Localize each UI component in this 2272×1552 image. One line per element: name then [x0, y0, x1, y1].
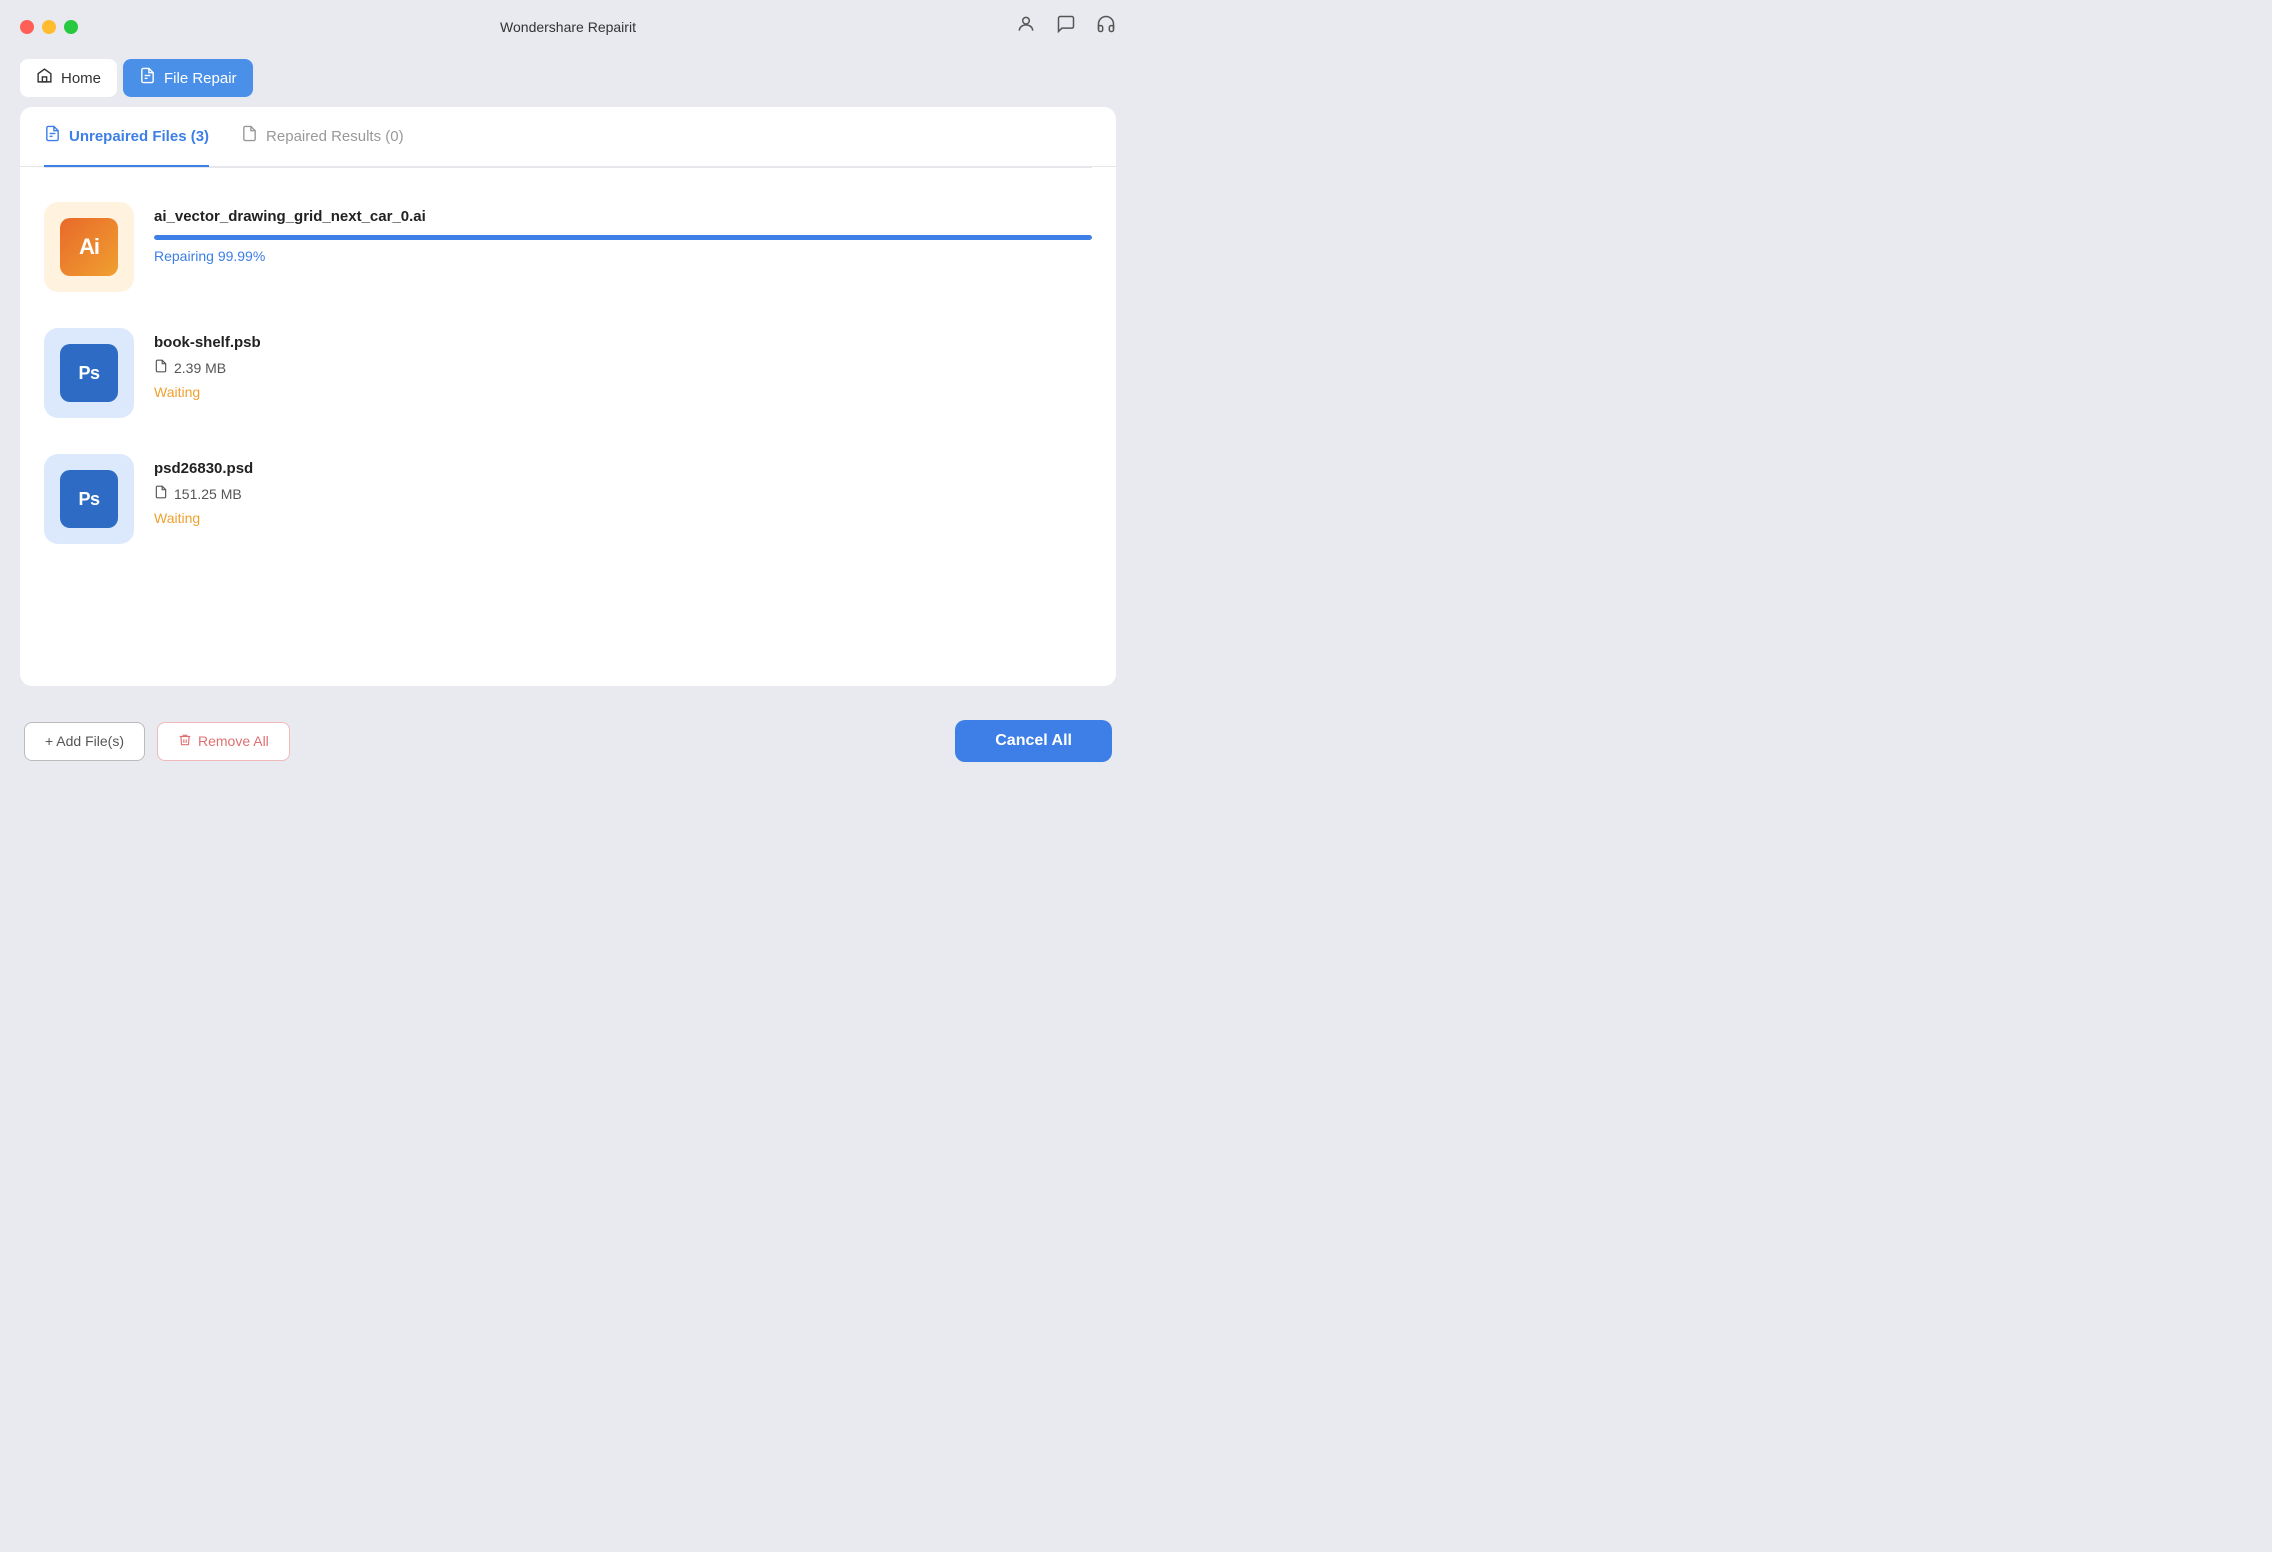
cancel-all-button[interactable]: Cancel All	[955, 720, 1112, 762]
cancel-all-label: Cancel All	[995, 732, 1072, 749]
file-icon-container-ps2: Ps	[44, 454, 134, 544]
progress-bar-fill-1	[154, 235, 1092, 240]
bottom-left-buttons: + Add File(s) Remove All	[24, 722, 290, 761]
file-doc-icon-2	[154, 485, 168, 502]
add-files-button[interactable]: + Add File(s)	[24, 722, 145, 761]
tabs: Unrepaired Files (3) Repaired Results (0…	[20, 107, 1116, 167]
progress-bar-container-1	[154, 235, 1092, 240]
tab-unrepaired-label: Unrepaired Files (3)	[69, 128, 209, 145]
file-name-3: psd26830.psd	[154, 460, 1092, 477]
ps-icon-label-1: Ps	[78, 363, 99, 384]
file-item-3: Ps psd26830.psd 151.25 MB Waiting	[44, 436, 1092, 562]
file-name-2: book-shelf.psb	[154, 334, 1092, 351]
file-item-1: Ai ai_vector_drawing_grid_next_car_0.ai …	[44, 184, 1092, 310]
home-icon	[36, 67, 53, 89]
main-content: Unrepaired Files (3) Repaired Results (0…	[20, 107, 1116, 686]
add-files-label: + Add File(s)	[45, 733, 124, 749]
nav-bar: Home File Repair	[0, 53, 1136, 107]
remove-all-label: Remove All	[198, 733, 269, 749]
headphone-icon[interactable]	[1096, 14, 1116, 39]
remove-all-button[interactable]: Remove All	[157, 722, 290, 761]
minimize-button[interactable]	[42, 20, 56, 34]
file-doc-icon-1	[154, 359, 168, 376]
file-icon-container-ps1: Ps	[44, 328, 134, 418]
home-nav-button[interactable]: Home	[20, 59, 117, 97]
file-info-1: ai_vector_drawing_grid_next_car_0.ai Rep…	[154, 202, 1092, 264]
file-item-2: Ps book-shelf.psb 2.39 MB Waiting	[44, 310, 1092, 436]
file-repair-label: File Repair	[164, 70, 237, 87]
ps-file-icon-1: Ps	[60, 344, 118, 402]
tab-repaired[interactable]: Repaired Results (0)	[241, 107, 404, 167]
status-1: Repairing 99.99%	[154, 248, 1092, 264]
file-meta-3: 151.25 MB	[154, 485, 1092, 502]
ai-file-icon: Ai	[60, 218, 118, 276]
file-repair-icon	[139, 67, 156, 89]
chat-icon[interactable]	[1056, 14, 1076, 39]
traffic-lights	[20, 20, 78, 34]
ps-icon-label-2: Ps	[78, 489, 99, 510]
file-meta-2: 2.39 MB	[154, 359, 1092, 376]
repaired-icon	[241, 125, 258, 147]
home-label: Home	[61, 70, 101, 87]
file-info-3: psd26830.psd 151.25 MB Waiting	[154, 454, 1092, 526]
status-3: Waiting	[154, 510, 1092, 526]
unrepaired-icon	[44, 125, 61, 147]
title-bar: Wondershare Repairit	[0, 0, 1136, 53]
close-button[interactable]	[20, 20, 34, 34]
maximize-button[interactable]	[64, 20, 78, 34]
file-name-1: ai_vector_drawing_grid_next_car_0.ai	[154, 208, 1092, 225]
tab-repaired-label: Repaired Results (0)	[266, 128, 404, 145]
status-2: Waiting	[154, 384, 1092, 400]
file-size-3: 151.25 MB	[174, 486, 242, 502]
ps-file-icon-2: Ps	[60, 470, 118, 528]
window-title: Wondershare Repairit	[500, 19, 636, 35]
file-info-2: book-shelf.psb 2.39 MB Waiting	[154, 328, 1092, 400]
file-repair-nav-button[interactable]: File Repair	[123, 59, 253, 97]
file-size-2: 2.39 MB	[174, 360, 226, 376]
file-icon-container-ai: Ai	[44, 202, 134, 292]
tab-unrepaired[interactable]: Unrepaired Files (3)	[44, 107, 209, 167]
file-list: Ai ai_vector_drawing_grid_next_car_0.ai …	[20, 168, 1116, 686]
bottom-bar: + Add File(s) Remove All Cancel All	[0, 706, 1136, 776]
ai-icon-label: Ai	[79, 234, 99, 260]
title-icons	[1016, 14, 1116, 39]
remove-icon	[178, 733, 192, 750]
user-icon[interactable]	[1016, 14, 1036, 39]
